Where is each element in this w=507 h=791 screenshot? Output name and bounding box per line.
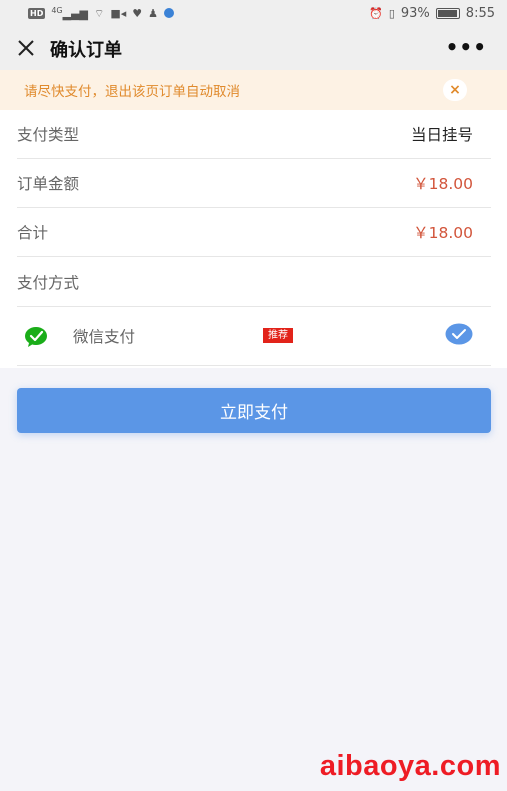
row-label: 支付方式 <box>17 274 80 292</box>
wechat-pay-label: 微信支付 <box>73 328 136 346</box>
watermark: aibaoya.com <box>319 750 501 782</box>
battery-percent: 93% <box>400 5 430 21</box>
recommend-badge: 推荐 <box>263 328 293 343</box>
row-label: 合计 <box>17 224 49 242</box>
row-total: 合计 ￥18.00 <box>17 208 491 257</box>
notice-text: 请尽快支付，退出该页订单自动取消 <box>24 84 240 100</box>
order-panel: 支付类型 当日挂号 订单金额 ￥18.00 合计 ￥18.00 支付方式 微信支… <box>0 110 507 368</box>
alarm-icon: ⏰ <box>369 6 383 20</box>
video-icon: ■◂ <box>110 6 127 20</box>
row-value: ￥18.00 <box>413 224 473 242</box>
status-left: HD 4G▂▄▆ ⌔ ■◂ ♥ ♟ <box>28 5 175 21</box>
nav-bar: 确认订单 ••• <box>0 26 507 70</box>
close-icon[interactable] <box>14 36 38 60</box>
row-order-amount: 订单金额 ￥18.00 <box>17 159 491 208</box>
wechat-pay-option[interactable]: 微信支付 推荐 <box>17 307 491 366</box>
battery-icon <box>435 7 460 19</box>
wifi-icon: ⌔ <box>94 6 105 20</box>
hd-icon: HD <box>28 7 46 19</box>
signal-icon: 4G▂▄▆ <box>51 5 89 21</box>
check-circle-icon[interactable] <box>445 323 473 345</box>
notice-close-button[interactable]: × <box>443 79 467 101</box>
more-icon[interactable]: ••• <box>446 35 487 59</box>
page-title: 确认订单 <box>50 40 122 61</box>
row-payment-method: 支付方式 <box>17 258 491 307</box>
row-value: 当日挂号 <box>410 126 473 144</box>
row-label: 支付类型 <box>17 126 80 144</box>
vibrate-icon: ▯ <box>388 6 395 20</box>
row-payment-type: 支付类型 当日挂号 <box>17 110 491 159</box>
wechat-icon <box>25 327 47 347</box>
pay-now-button[interactable]: 立即支付 <box>17 388 491 433</box>
heart-icon: ♥ <box>132 6 143 20</box>
status-right: ⏰ ▯ 93% 8:55 <box>369 6 495 21</box>
status-bar: HD 4G▂▄▆ ⌔ ■◂ ♥ ♟ ⏰ ▯ 93% 8:55 <box>0 0 507 26</box>
app-notification-icon <box>164 8 175 18</box>
row-label: 订单金额 <box>17 175 80 193</box>
qq-icon: ♟ <box>148 6 159 20</box>
row-value: ￥18.00 <box>413 175 473 193</box>
payment-notice: 请尽快支付，退出该页订单自动取消 × <box>0 70 507 110</box>
status-time: 8:55 <box>465 5 495 21</box>
